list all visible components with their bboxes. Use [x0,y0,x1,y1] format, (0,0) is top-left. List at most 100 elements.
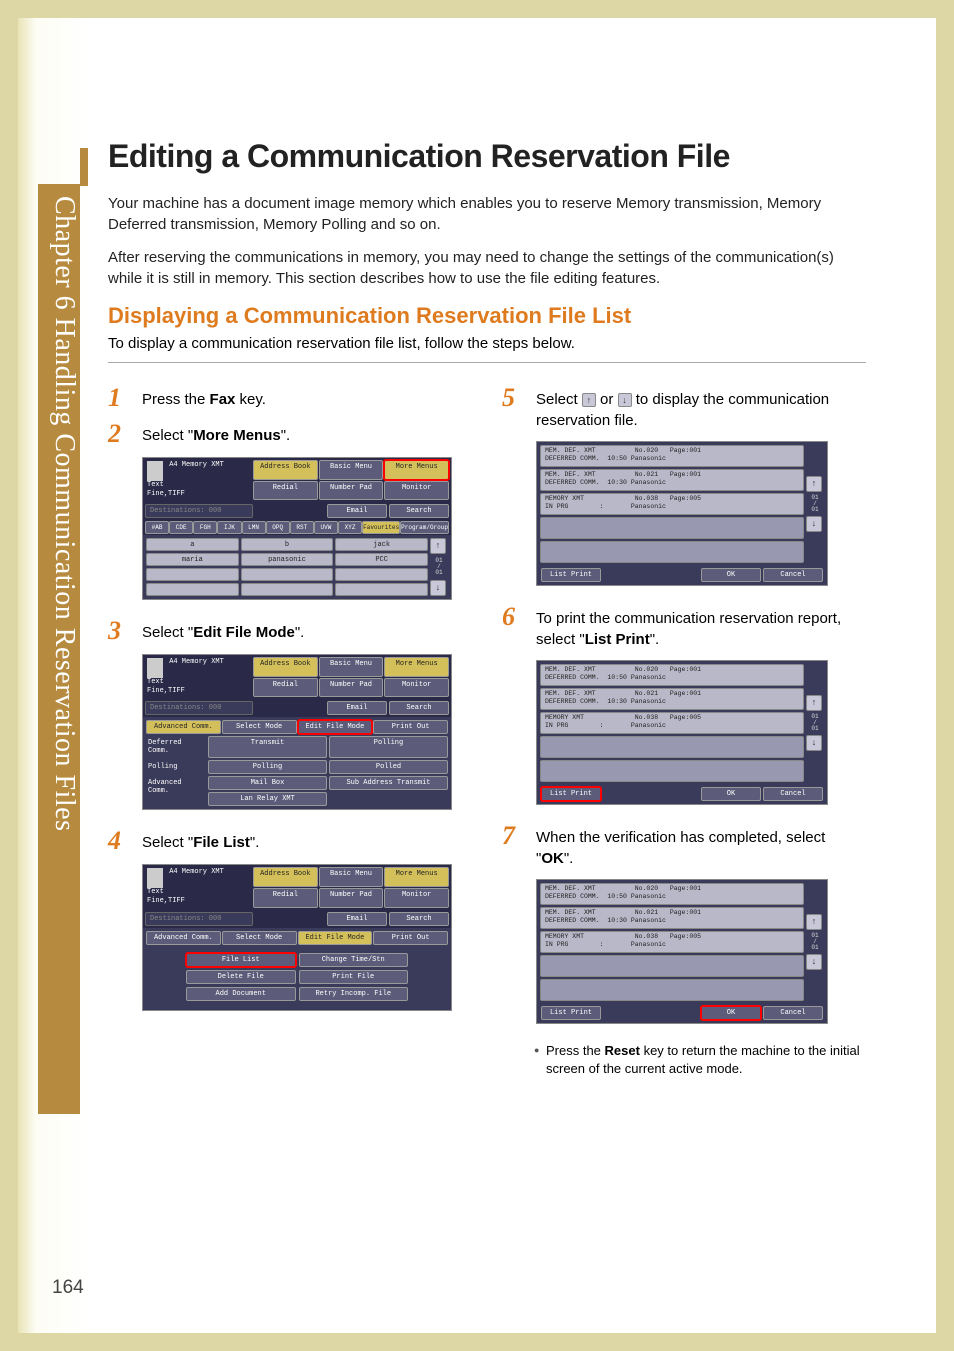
reservation-row[interactable]: MEMORY XMT No.038 Page:005IN PRG : Panas… [540,931,804,953]
scroll-up-icon[interactable]: ↑ [806,695,822,711]
section-title: Displaying a Communication Reservation F… [108,303,866,329]
change-time-stn-button[interactable]: Change Time/Stn [299,953,409,967]
cancel-button[interactable]: Cancel [763,568,823,582]
reservation-row[interactable]: MEM. DEF. XMT No.020 Page:001DEFERRED CO… [540,445,804,467]
basic-menu-button[interactable]: Basic Menu [319,657,384,677]
alpha-tab[interactable]: #AB [145,521,169,534]
ok-button[interactable]: OK [701,1006,761,1020]
polling-button[interactable]: Polling [208,760,327,774]
add-document-button[interactable]: Add Document [186,987,296,1001]
search-button[interactable]: Search [389,701,449,715]
file-list-button[interactable]: File List [186,953,296,967]
reservation-row[interactable]: MEM. DEF. XMT No.021 Page:001DEFERRED CO… [540,688,804,710]
contact-entry[interactable] [335,583,428,596]
alpha-tab[interactable]: RST [290,521,314,534]
address-book-button[interactable]: Address Book [253,867,318,887]
scroll-up-icon[interactable]: ↑ [430,538,446,554]
delete-file-button[interactable]: Delete File [186,970,296,984]
monitor-button[interactable]: Monitor [384,678,449,698]
reservation-row-empty [540,760,804,782]
reservation-row[interactable]: MEMORY XMT No.038 Page:005IN PRG : Panas… [540,712,804,734]
tab-select-mode[interactable]: Select Mode [222,931,297,945]
list-print-button[interactable]: List Print [541,787,601,801]
cancel-button[interactable]: Cancel [763,787,823,801]
favourites-tab[interactable]: Favourites [362,521,400,534]
alpha-tab[interactable]: UVW [314,521,338,534]
alpha-tab[interactable]: IJK [217,521,241,534]
scroll-down-icon[interactable]: ↓ [806,954,822,970]
contact-entry[interactable]: panasonic [241,553,334,566]
number-pad-button[interactable]: Number Pad [319,481,384,501]
scroll-down-icon[interactable]: ↓ [806,735,822,751]
retry-incomp-file-button[interactable]: Retry Incomp. File [299,987,409,1001]
contact-entry[interactable] [241,568,334,581]
polled-button[interactable]: Polled [329,760,448,774]
mailbox-button[interactable]: Mail Box [208,776,327,790]
number-pad-button[interactable]: Number Pad [319,678,384,698]
reservation-row[interactable]: MEMORY XMT No.038 Page:005IN PRG : Panas… [540,493,804,515]
address-book-button[interactable]: Address Book [253,460,318,480]
tab-advanced-comm[interactable]: Advanced Comm. [146,720,221,734]
print-file-button[interactable]: Print File [299,970,409,984]
tab-print-out[interactable]: Print Out [373,931,448,945]
tab-print-out[interactable]: Print Out [373,720,448,734]
ok-button[interactable]: OK [701,787,761,801]
search-button[interactable]: Search [389,912,449,926]
tab-select-mode[interactable]: Select Mode [222,720,297,734]
transmit-button[interactable]: Transmit [208,736,327,758]
list-print-button[interactable]: List Print [541,568,601,582]
cancel-button[interactable]: Cancel [763,1006,823,1020]
contact-entry[interactable] [146,583,239,596]
contact-entry[interactable]: a [146,538,239,551]
monitor-button[interactable]: Monitor [384,481,449,501]
alpha-tab[interactable]: OPQ [266,521,290,534]
step-5-text: Select ↑ or ↓ to display the communicati… [536,385,866,431]
reservation-row[interactable]: MEM. DEF. XMT No.021 Page:001DEFERRED CO… [540,469,804,491]
scroll-up-icon[interactable]: ↑ [806,476,822,492]
contact-entry[interactable] [335,568,428,581]
tab-edit-file-mode[interactable]: Edit File Mode [298,720,373,734]
sub-address-transmit-button[interactable]: Sub Address Transmit [329,776,448,790]
contact-entry[interactable] [241,583,334,596]
contact-entry[interactable]: maria [146,553,239,566]
contact-entry[interactable]: jack [335,538,428,551]
more-menus-button[interactable]: More Menus [384,460,449,480]
up-arrow-icon[interactable]: ↑ [582,393,596,407]
reservation-row[interactable]: MEM. DEF. XMT No.021 Page:001DEFERRED CO… [540,907,804,929]
scroll-up-icon[interactable]: ↑ [806,914,822,930]
alpha-tab[interactable]: CDE [169,521,193,534]
alpha-tab[interactable]: LMN [242,521,266,534]
redial-button[interactable]: Redial [253,888,318,908]
list-print-button[interactable]: List Print [541,1006,601,1020]
down-arrow-icon[interactable]: ↓ [618,393,632,407]
reservation-row[interactable]: MEM. DEF. XMT No.020 Page:001DEFERRED CO… [540,883,804,905]
ok-button[interactable]: OK [701,568,761,582]
program-group-tab[interactable]: Program/Group [400,521,449,534]
number-pad-button[interactable]: Number Pad [319,888,384,908]
redial-button[interactable]: Redial [253,481,318,501]
contact-entry[interactable]: PCC [335,553,428,566]
email-button[interactable]: Email [327,504,387,518]
scroll-down-icon[interactable]: ↓ [806,516,822,532]
contact-entry[interactable]: b [241,538,334,551]
email-button[interactable]: Email [327,912,387,926]
scroll-down-icon[interactable]: ↓ [430,580,446,596]
polling-button[interactable]: Polling [329,736,448,758]
search-button[interactable]: Search [389,504,449,518]
more-menus-button[interactable]: More Menus [384,867,449,887]
alpha-tab[interactable]: XYZ [338,521,362,534]
alpha-tab[interactable]: FGH [193,521,217,534]
basic-menu-button[interactable]: Basic Menu [319,460,384,480]
tab-edit-file-mode[interactable]: Edit File Mode [298,931,373,945]
redial-button[interactable]: Redial [253,678,318,698]
more-menus-button[interactable]: More Menus [384,657,449,677]
tab-advanced-comm[interactable]: Advanced Comm. [146,931,221,945]
lan-relay-xmt-button[interactable]: Lan Relay XMT [208,792,327,806]
basic-menu-button[interactable]: Basic Menu [319,867,384,887]
email-button[interactable]: Email [327,701,387,715]
address-book-button[interactable]: Address Book [253,657,318,677]
monitor-button[interactable]: Monitor [384,888,449,908]
contact-entry[interactable] [146,568,239,581]
page-indicator: 01 / 01 [806,495,824,513]
reservation-row[interactable]: MEM. DEF. XMT No.020 Page:001DEFERRED CO… [540,664,804,686]
